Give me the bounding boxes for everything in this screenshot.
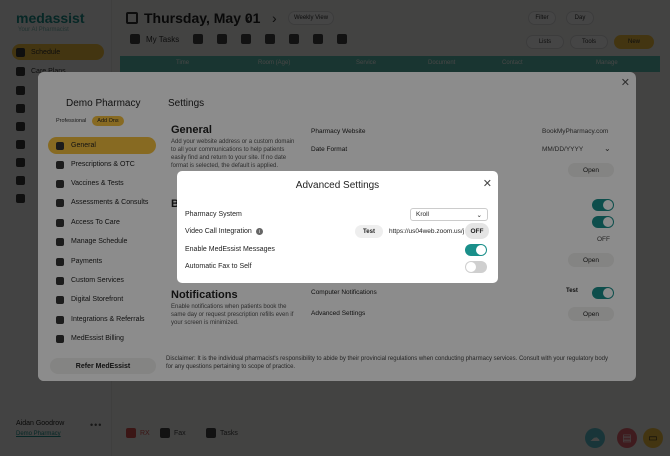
chevron-down-icon: ⌄ [476,211,482,219]
advanced-settings-modal: Advanced Settings ✕ Pharmacy System Krol… [177,171,498,283]
fax-toggle[interactable] [465,261,487,273]
toggle-knob [476,245,486,255]
close-icon[interactable]: ✕ [483,177,492,190]
pharmacy-system-value: Kroll [416,211,430,218]
messages-label: Enable MedEssist Messages [185,246,275,253]
fax-label: Automatic Fax to Self [185,263,252,270]
pharmacy-system-text: Pharmacy System [185,211,242,218]
info-icon[interactable]: i [255,228,263,235]
video-url-input[interactable]: https://us04web.zoom.us/j/ [386,225,464,238]
pharmacy-system-select[interactable]: Kroll ⌄ [410,208,488,221]
advanced-settings-title: Advanced Settings [295,180,380,191]
messages-toggle[interactable] [465,244,487,256]
pharmacy-system-label: Pharmacy System [185,211,242,218]
messages-text: Enable MedEssist Messages [185,246,275,253]
video-off-button[interactable]: OFF [465,223,489,239]
toggle-knob [466,262,476,272]
video-test-button[interactable]: Test [355,225,383,238]
fax-text: Automatic Fax to Self [185,263,252,270]
video-call-text: Video Call Integration [185,228,252,235]
video-call-label: Video Call Integration i [185,228,263,235]
